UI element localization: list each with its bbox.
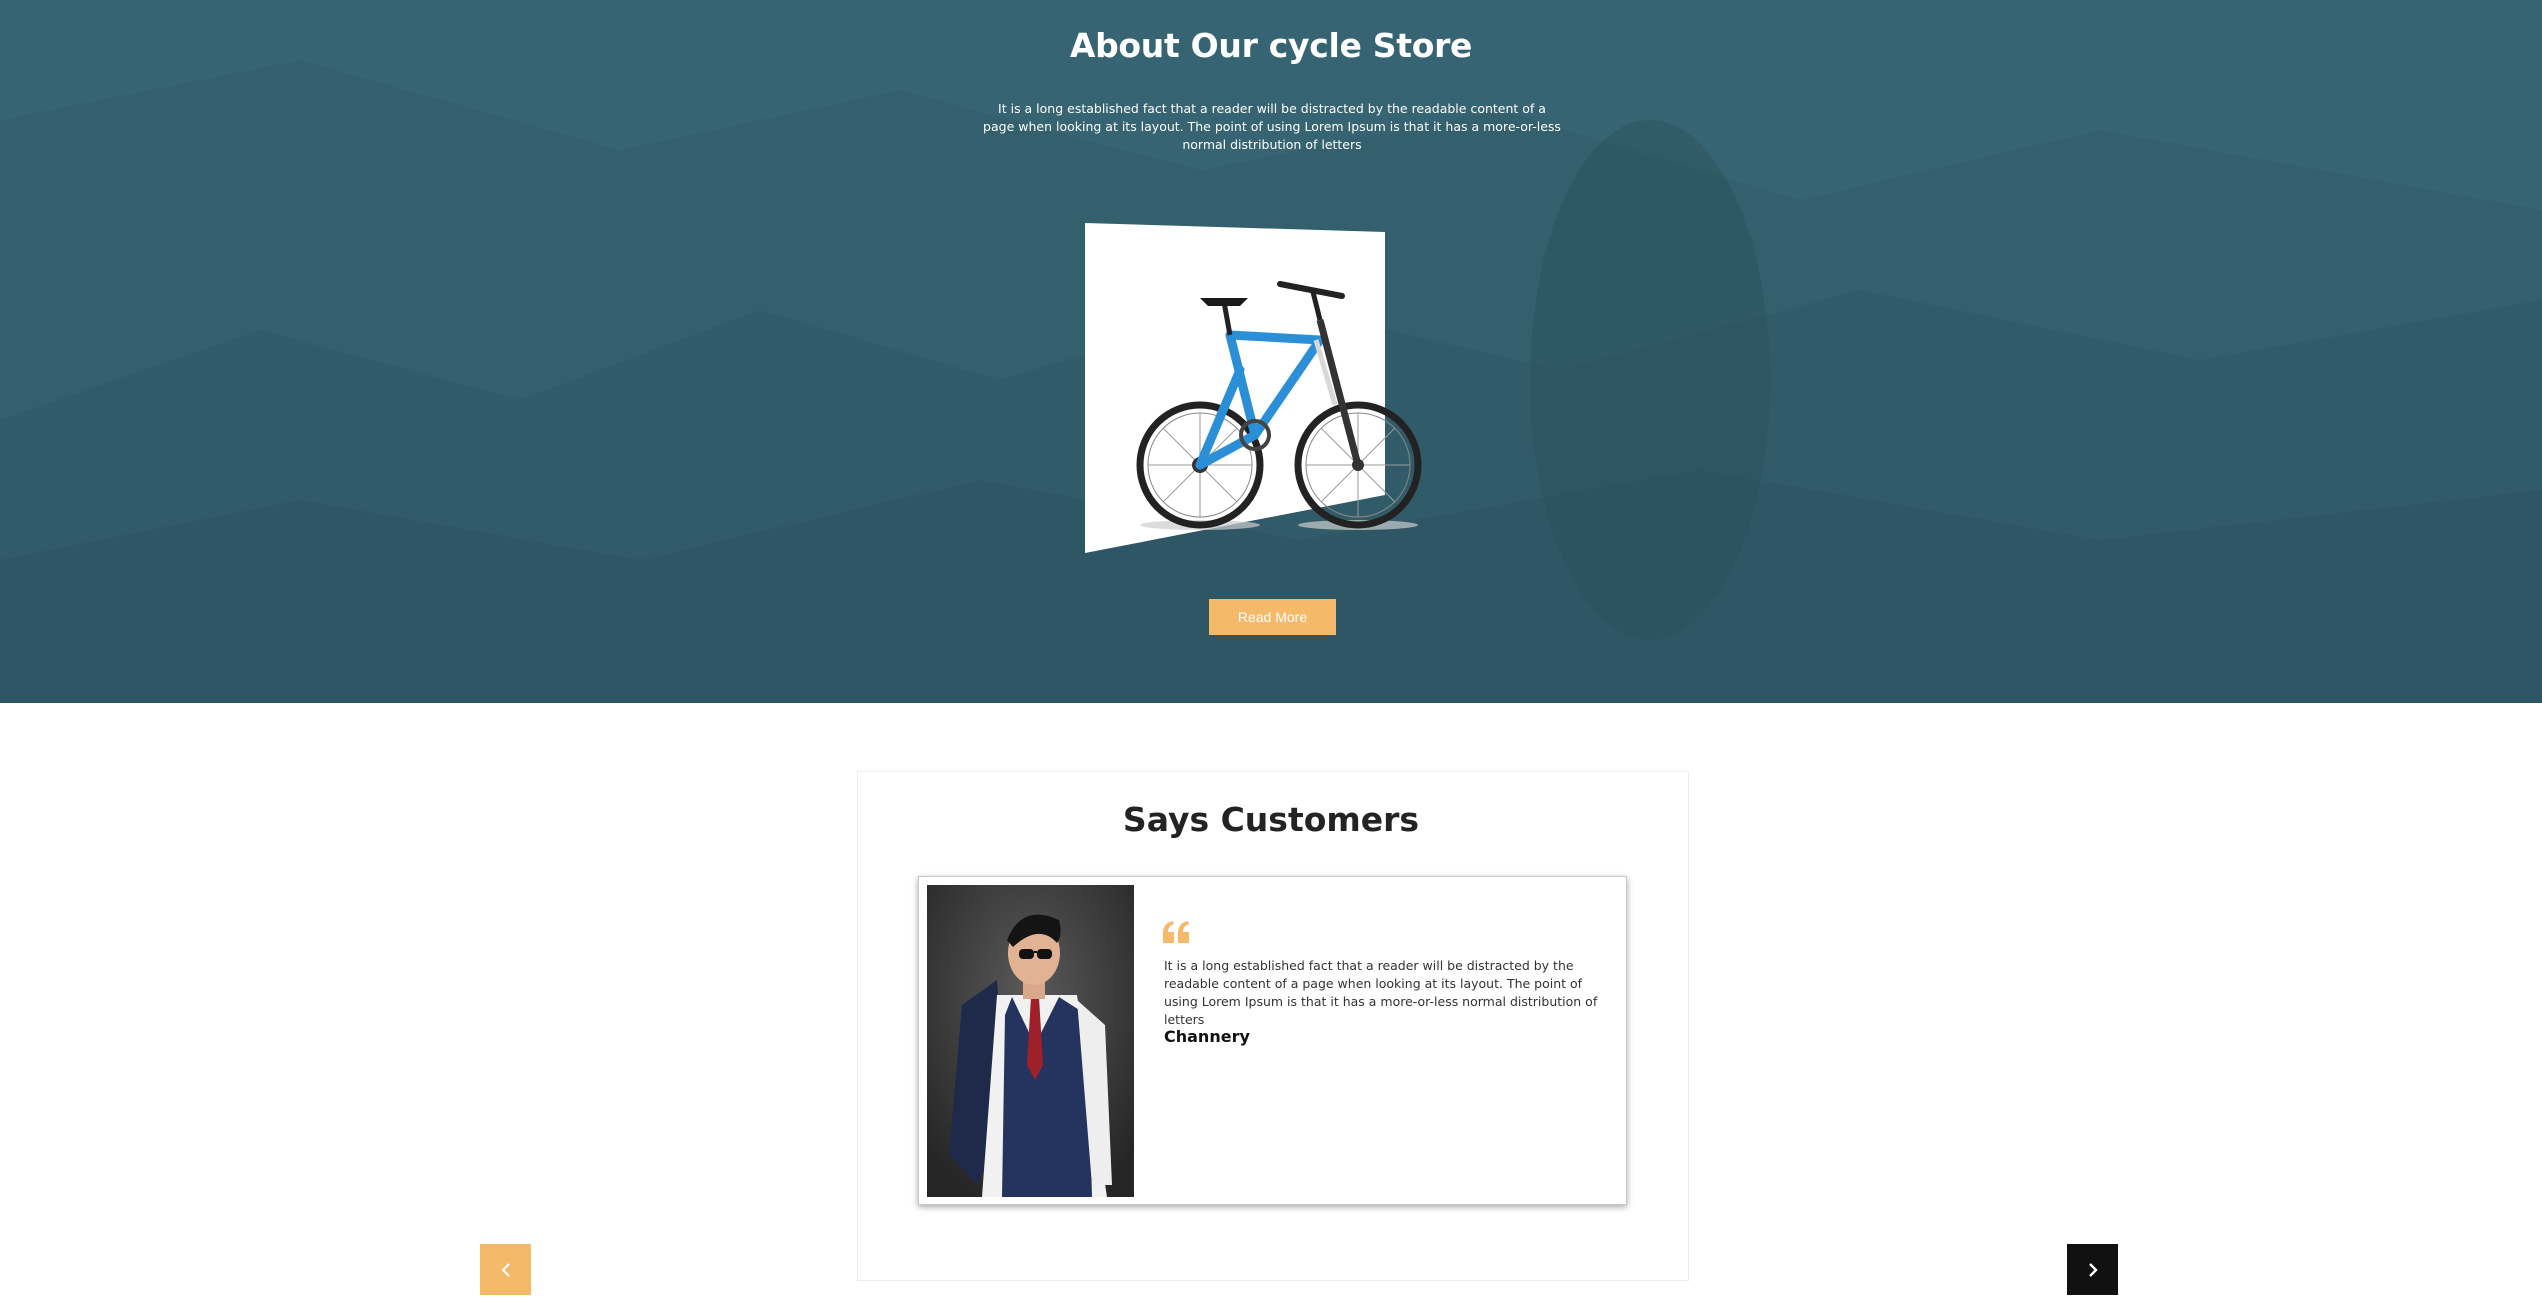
bicycle-image: [1080, 220, 1450, 560]
about-description: It is a long established fact that a rea…: [983, 101, 1561, 152]
read-more-button[interactable]: Read More: [1209, 599, 1336, 635]
carousel-next-button[interactable]: [2067, 1244, 2118, 1295]
chevron-right-icon: [2088, 1262, 2098, 1277]
customer-name: Channery: [1164, 1027, 1250, 1046]
quote-icon: [1163, 921, 1189, 943]
testimonial-text: It is a long established fact that a rea…: [1164, 958, 1598, 1027]
testimonial-card: It is a long established fact that a rea…: [918, 876, 1627, 1205]
about-section: About Our cycle Store It is a long estab…: [0, 0, 2542, 703]
customer-photo: [927, 885, 1134, 1197]
testimonials-title: Says Customers: [1122, 800, 1420, 839]
about-title: About Our cycle Store: [1069, 26, 1473, 65]
carousel-prev-button[interactable]: [480, 1244, 531, 1295]
chevron-left-icon: [501, 1262, 510, 1277]
